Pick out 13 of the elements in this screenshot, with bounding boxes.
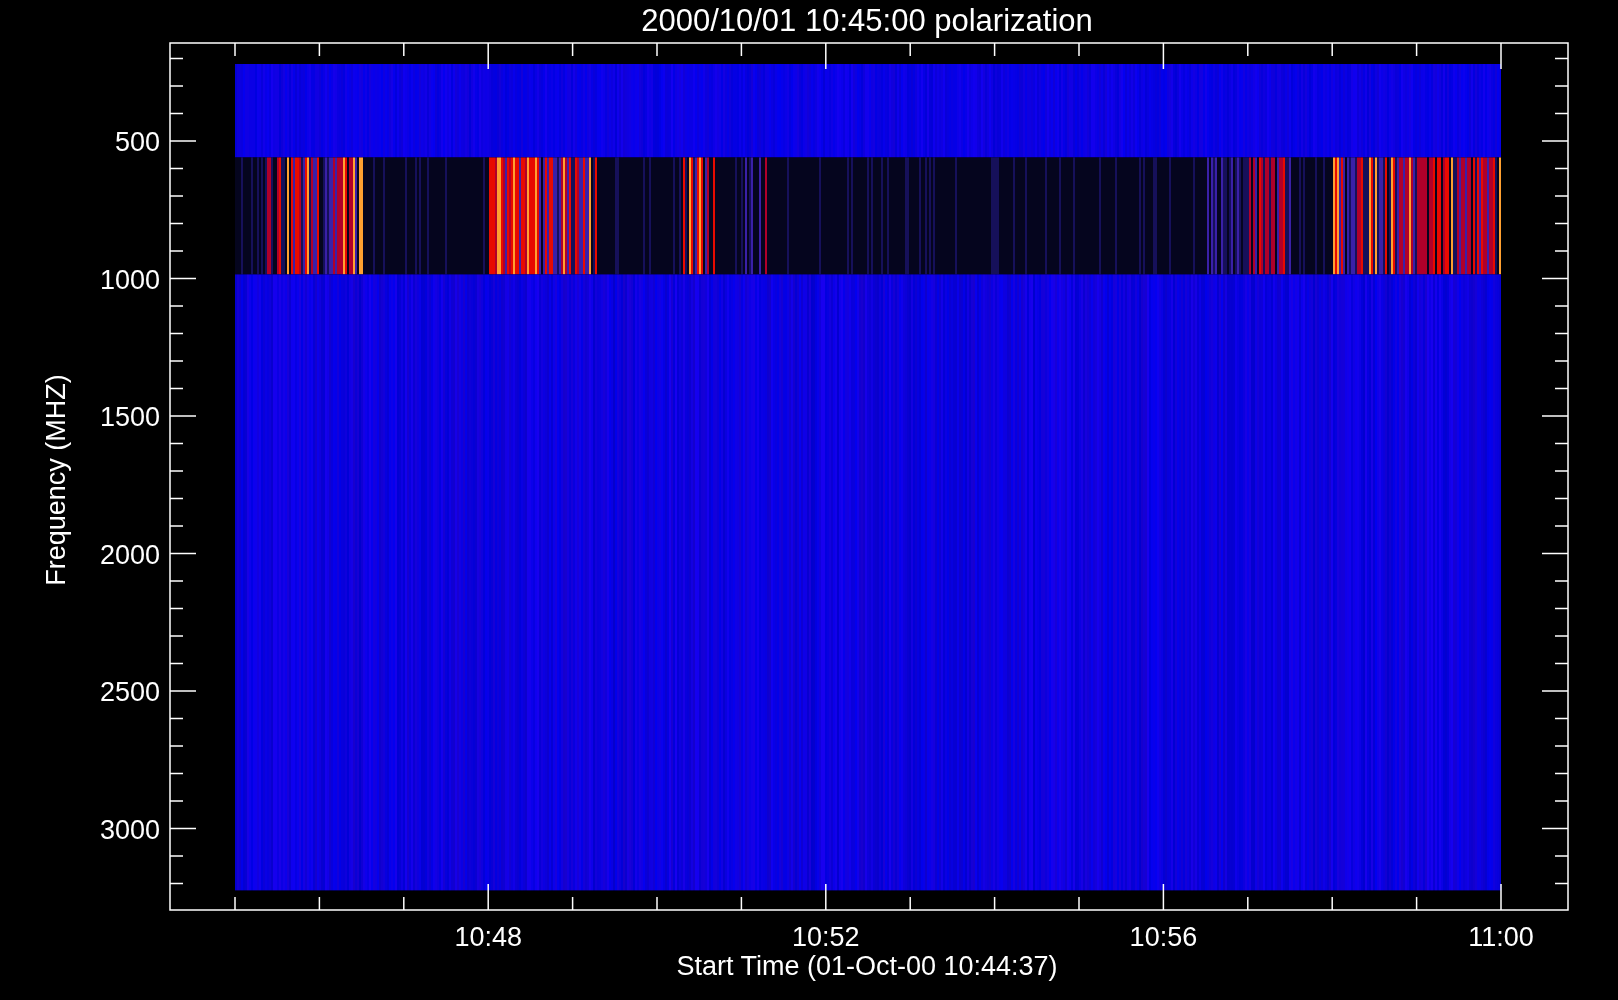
tick-label: 2000 xyxy=(99,539,160,570)
tick-label: 1000 xyxy=(99,264,160,295)
tick-label: 10:56 xyxy=(1129,922,1198,952)
tick-label: 3000 xyxy=(99,814,160,845)
tick-label: 500 xyxy=(114,127,160,157)
chart-title: 2000/10/01 10:45:00 polarization xyxy=(641,3,1093,38)
tick-label: 11:00 xyxy=(1468,922,1534,952)
axis-label: Start Time (01-Oct-00 10:44:37) xyxy=(676,951,1058,981)
tick-label: 1500 xyxy=(99,402,160,432)
tick-label: 10:48 xyxy=(454,922,522,952)
tick-label: 10:52 xyxy=(792,922,860,952)
axis-label: Frequency (MHZ) xyxy=(41,374,71,586)
tick-label: 2500 xyxy=(99,677,160,707)
